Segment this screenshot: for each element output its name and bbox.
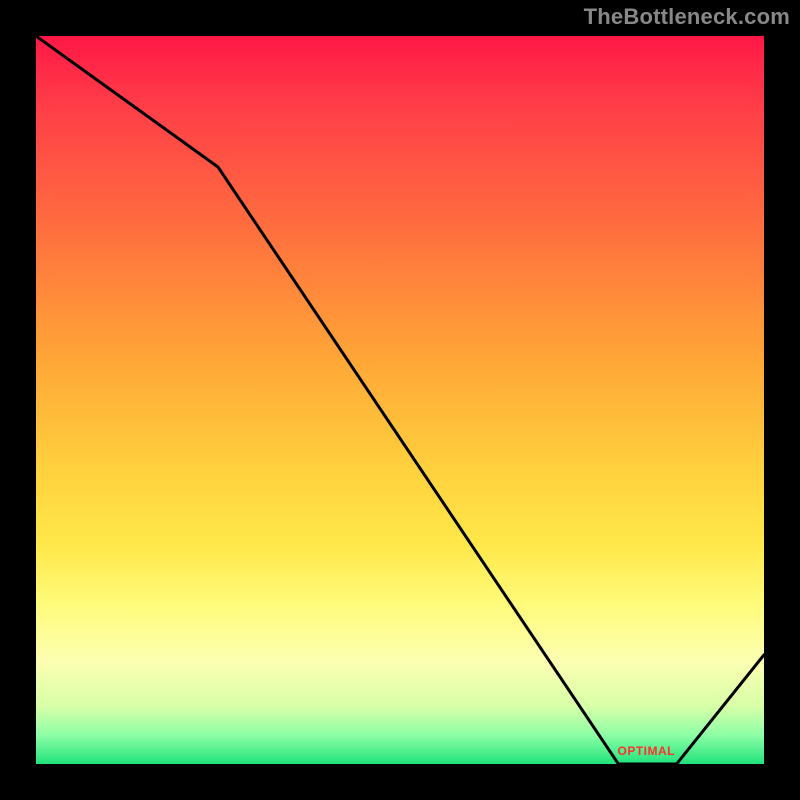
plot-background <box>36 36 764 764</box>
optimal-label: OPTIMAL <box>618 744 676 758</box>
bottleneck-chart: TheBottleneck.com OPTIMAL <box>0 0 800 800</box>
watermark-text: TheBottleneck.com <box>584 4 790 30</box>
